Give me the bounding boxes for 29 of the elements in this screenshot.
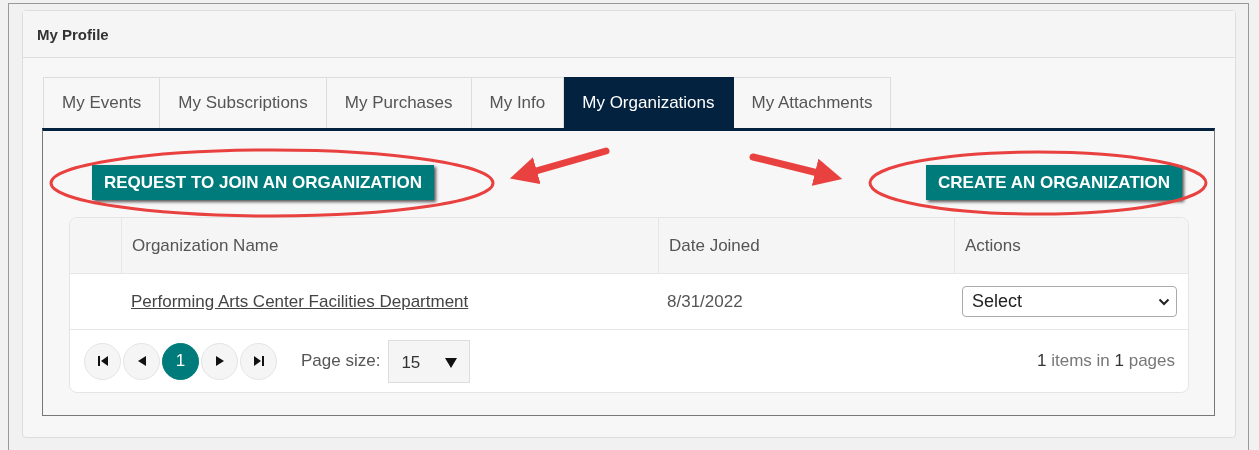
organization-link[interactable]: Performing Arts Center Facilities Department — [131, 291, 469, 312]
panel-title: My Profile — [37, 25, 109, 43]
page-size-label: Page size: — [301, 351, 381, 371]
pager-summary: 1 items in 1 pages — [1037, 351, 1175, 371]
column-header: Organization Name — [122, 218, 659, 273]
tab[interactable]: My Organizations — [564, 77, 734, 128]
tab[interactable]: My Info — [471, 77, 565, 128]
dropdown-triangle-icon — [445, 358, 458, 368]
tab[interactable]: My Purchases — [326, 77, 472, 128]
chevron-down-icon — [1158, 297, 1170, 306]
create-organization-button[interactable]: CREATE AN ORGANIZATION — [926, 165, 1182, 200]
column-header: Date Joined — [659, 218, 955, 273]
next-page-icon — [214, 355, 225, 367]
last-page-button[interactable] — [240, 342, 277, 380]
table-cell: 8/31/2022 — [667, 291, 743, 312]
first-page-button[interactable] — [84, 342, 121, 380]
actions-select[interactable]: Select — [962, 286, 1177, 317]
previous-page-button[interactable] — [123, 342, 160, 380]
last-page-icon — [252, 355, 265, 367]
request-join-button[interactable]: REQUEST TO JOIN AN ORGANIZATION — [92, 165, 434, 200]
previous-page-icon — [136, 355, 147, 367]
column-header: Actions — [964, 234, 1022, 257]
next-page-button[interactable] — [201, 342, 238, 380]
tab[interactable]: My Attachments — [733, 77, 892, 128]
tab[interactable]: My Events — [43, 77, 161, 128]
tab[interactable]: My Subscriptions — [160, 77, 327, 128]
page-size-dropdown[interactable]: 15 — [388, 339, 471, 383]
first-page-icon — [96, 355, 109, 367]
page-button[interactable]: 1 — [162, 342, 199, 380]
